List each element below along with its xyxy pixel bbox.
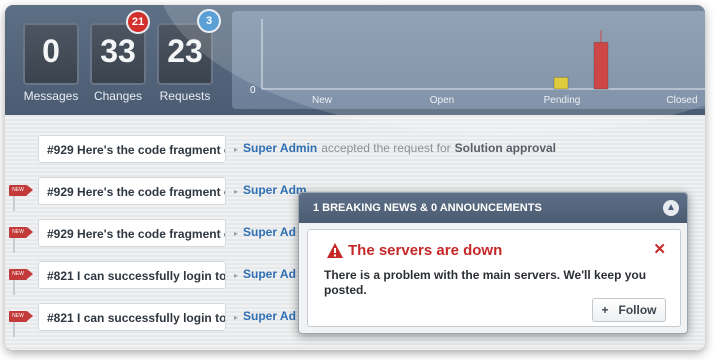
changes-counter[interactable]: 33 <box>90 23 146 85</box>
activity-action: accepted the request for <box>321 141 451 155</box>
arrow-icon: ▸ <box>234 229 239 238</box>
plus-icon: + <box>601 303 609 317</box>
activity-text: ▸ Super Ad <box>234 309 296 323</box>
user-link[interactable]: Super Admin <box>243 141 317 155</box>
activity-text: ▸ Super Adm <box>234 183 307 197</box>
status-chart-svg: 0 New Open Pending Closed <box>250 19 705 106</box>
ticket-link[interactable]: #821 I can successfully login to the <box>38 303 226 331</box>
x-tick-label: New <box>312 95 333 106</box>
dashboard-card: 0 Messages 33 21 Changes 23 3 Requests 0… <box>5 5 705 350</box>
chevron-up-icon[interactable]: ▲ <box>663 200 679 216</box>
alert-title: The servers are down <box>348 242 503 259</box>
activity-text: ▸ Super Admin accepted the request for Solu… <box>234 141 556 155</box>
alert-box: The servers are down ✕ There is a proble… <box>307 229 681 327</box>
x-tick-label: Pending <box>544 95 581 106</box>
ticket-link[interactable]: #929 Here's the code fragment of <box>38 135 226 163</box>
chart-bar <box>593 41 609 90</box>
x-tick-label: Closed <box>666 95 697 106</box>
requests-count: 23 <box>167 33 203 69</box>
ticket-link[interactable]: #929 Here's the code fragment of <box>38 177 226 205</box>
close-icon[interactable]: ✕ <box>653 240 666 258</box>
arrow-icon: ▸ <box>234 271 239 280</box>
requests-label: Requests <box>159 89 211 103</box>
arrow-icon: ▸ <box>234 313 239 322</box>
new-flag-icon: NEW <box>9 185 33 196</box>
alert-message: There is a problem with the main servers… <box>324 268 647 297</box>
y-tick-label: 0 <box>250 85 256 96</box>
ticket-link[interactable]: #929 Here's the code fragment of <box>38 219 226 247</box>
stats-bar: 0 Messages 33 21 Changes 23 3 Requests 0… <box>5 5 705 135</box>
messages-counter[interactable]: 0 <box>23 23 79 85</box>
user-link[interactable]: Super Ad <box>243 309 296 323</box>
arrow-icon: ▸ <box>234 187 239 196</box>
requests-counter[interactable]: 23 <box>157 23 213 85</box>
new-flag-icon: NEW <box>9 311 33 322</box>
new-flag-icon: NEW <box>9 227 33 238</box>
user-link[interactable]: Super Ad <box>243 225 296 239</box>
new-flag-icon: NEW <box>9 269 33 280</box>
activity-text: ▸ Super Ad <box>234 267 296 281</box>
ticket-link[interactable]: #821 I can successfully login to the <box>38 261 226 289</box>
arrow-icon: ▸ <box>234 145 239 154</box>
messages-count: 0 <box>42 33 60 69</box>
news-header-label: 1 BREAKING NEWS & 0 ANNOUNCEMENTS <box>313 202 542 214</box>
activity-object[interactable]: Solution approval <box>455 141 556 155</box>
breaking-news-panel: 1 BREAKING NEWS & 0 ANNOUNCEMENTS ▲ The … <box>298 192 688 334</box>
requests-badge: 3 <box>199 11 219 31</box>
news-header: 1 BREAKING NEWS & 0 ANNOUNCEMENTS ▲ <box>299 193 687 223</box>
changes-badge: 21 <box>128 12 148 32</box>
changes-count: 33 <box>100 33 136 69</box>
follow-label: Follow <box>618 303 657 317</box>
chart-bar <box>553 76 569 90</box>
warning-icon <box>327 243 343 258</box>
user-link[interactable]: Super Ad <box>243 267 296 281</box>
feed-row: #929 Here's the code fragment of ▸ Super A… <box>5 133 705 167</box>
activity-text: ▸ Super Ad <box>234 225 296 239</box>
chart-axis <box>261 19 705 90</box>
status-chart: 0 New Open Pending Closed <box>232 11 705 109</box>
x-tick-label: Open <box>430 95 454 106</box>
follow-button[interactable]: + Follow <box>592 298 666 322</box>
